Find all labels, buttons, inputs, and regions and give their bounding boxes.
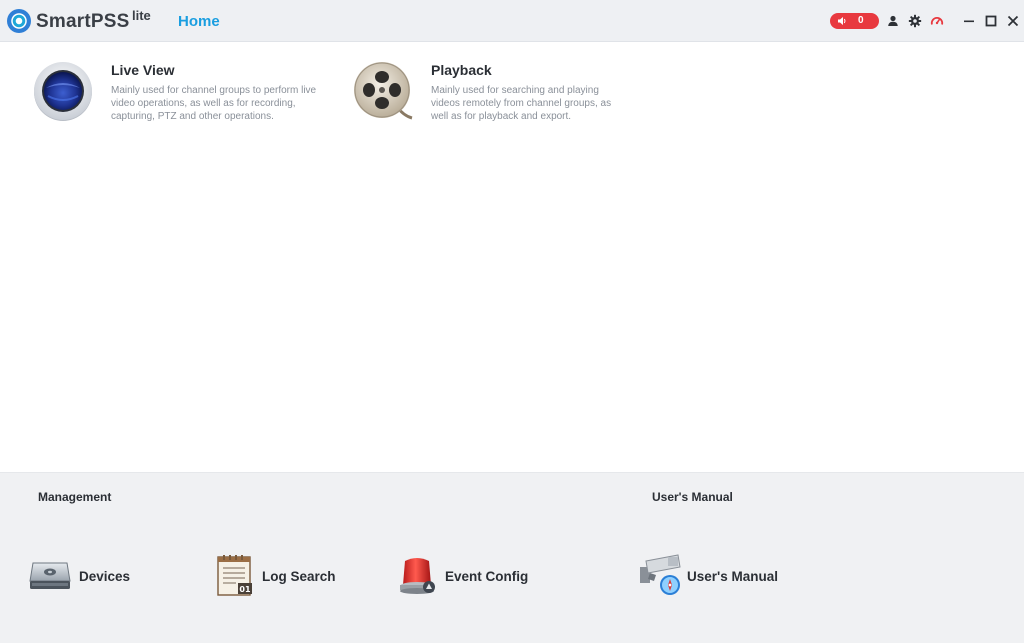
live-view-description: Mainly used for channel groups to perfor… [111,85,317,122]
playback-film-reel-icon [354,62,413,120]
maximize-icon[interactable] [984,14,998,28]
event-config-label: Event Config [445,569,529,584]
manual-section-title: User's Manual [652,490,733,504]
alarm-count: 0 [858,15,864,26]
playback-feature[interactable]: Playback Mainly used for searching and p… [352,60,642,140]
close-icon[interactable] [1006,14,1020,28]
devices-label: Devices [79,569,131,584]
log-search-button[interactable]: 01 Log Search [214,553,344,599]
user-icon[interactable] [886,14,900,28]
alarm-counter-button[interactable]: 0 [830,13,879,29]
svg-text:01: 01 [239,585,251,594]
smartpss-window: SmartPSS lite Home 0 Live View Mainly us… [0,0,1024,643]
performance-gauge-icon[interactable] [930,14,944,28]
users-manual-label: User's Manual [687,569,778,584]
playback-description: Mainly used for searching and playing vi… [431,85,612,122]
live-view-feature[interactable]: Live View Mainly used for channel groups… [32,60,322,140]
device-drive-icon [29,562,71,589]
app-brand: SmartPSS [36,11,130,32]
management-section-title: Management [38,490,112,504]
event-config-button[interactable]: Event Config [395,553,535,599]
playback-title: Playback [431,62,492,78]
bottom-panel: Management User's Manual Devices 01 Log … [0,472,1024,643]
smartpss-logo-icon [7,9,31,33]
gear-icon[interactable] [908,14,922,28]
alarm-siren-icon [400,558,435,594]
minimize-icon[interactable] [962,14,976,28]
camera-manual-icon [640,554,681,595]
speaker-icon [838,17,846,25]
title-bar: SmartPSS lite Home 0 [0,0,1024,42]
live-view-title: Live View [111,62,175,78]
log-search-label: Log Search [262,569,336,584]
live-view-lens-icon [34,62,92,121]
devices-button[interactable]: Devices [28,553,138,599]
app-brand-edition: lite [132,8,151,23]
users-manual-button[interactable]: User's Manual [638,553,788,599]
log-document-icon: 01 [217,555,252,596]
tab-home[interactable]: Home [178,13,220,30]
